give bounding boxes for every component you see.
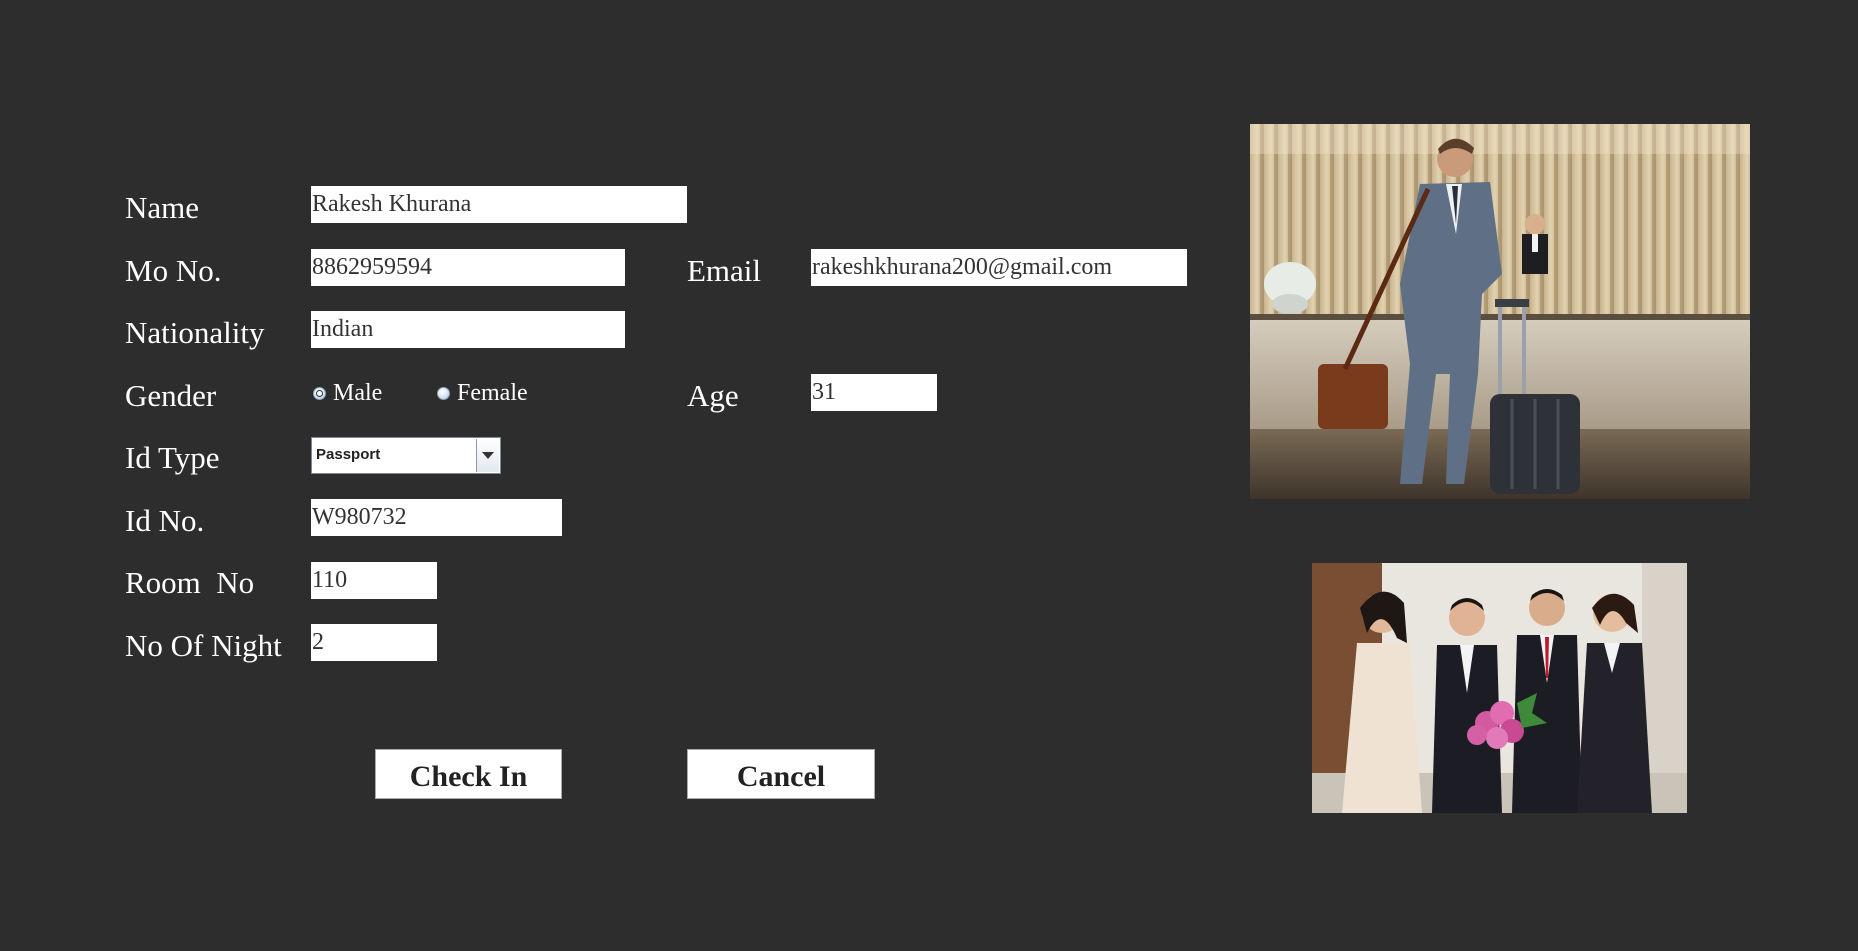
id-no-label: Id No. (125, 503, 205, 538)
id-type-selected-value: Passport (316, 446, 381, 463)
check-in-button[interactable]: Check In (375, 749, 562, 799)
dropdown-arrow-button[interactable] (476, 439, 499, 472)
cancel-button[interactable]: Cancel (687, 749, 875, 799)
name-input[interactable] (311, 186, 687, 223)
age-input[interactable] (811, 374, 937, 411)
age-label: Age (687, 378, 739, 413)
hotel-lobby-image (1250, 124, 1750, 499)
gender-label: Gender (125, 378, 217, 413)
radio-female-label: Female (457, 380, 528, 406)
gender-female-option[interactable]: Female (437, 380, 528, 407)
id-type-select[interactable]: Passport (311, 437, 501, 474)
mobile-label: Mo No. (125, 253, 222, 288)
chevron-down-icon (482, 452, 494, 459)
hotel-welcome-image (1312, 563, 1687, 813)
nights-label: No Of Night (125, 628, 282, 663)
mobile-input[interactable] (311, 249, 625, 286)
radio-male-label: Male (333, 380, 383, 406)
radio-female[interactable] (437, 387, 450, 400)
id-type-label: Id Type (125, 440, 220, 475)
gender-male-option[interactable]: Male (313, 380, 382, 407)
nights-input[interactable] (311, 624, 437, 661)
id-no-input[interactable] (311, 499, 562, 536)
radio-male[interactable] (313, 387, 326, 400)
room-no-label: Room No (125, 565, 255, 600)
room-no-input[interactable] (311, 562, 437, 599)
email-label: Email (687, 253, 762, 288)
nationality-label: Nationality (125, 315, 265, 350)
name-label: Name (125, 190, 200, 225)
email-input[interactable] (811, 249, 1187, 286)
nationality-input[interactable] (311, 311, 625, 348)
